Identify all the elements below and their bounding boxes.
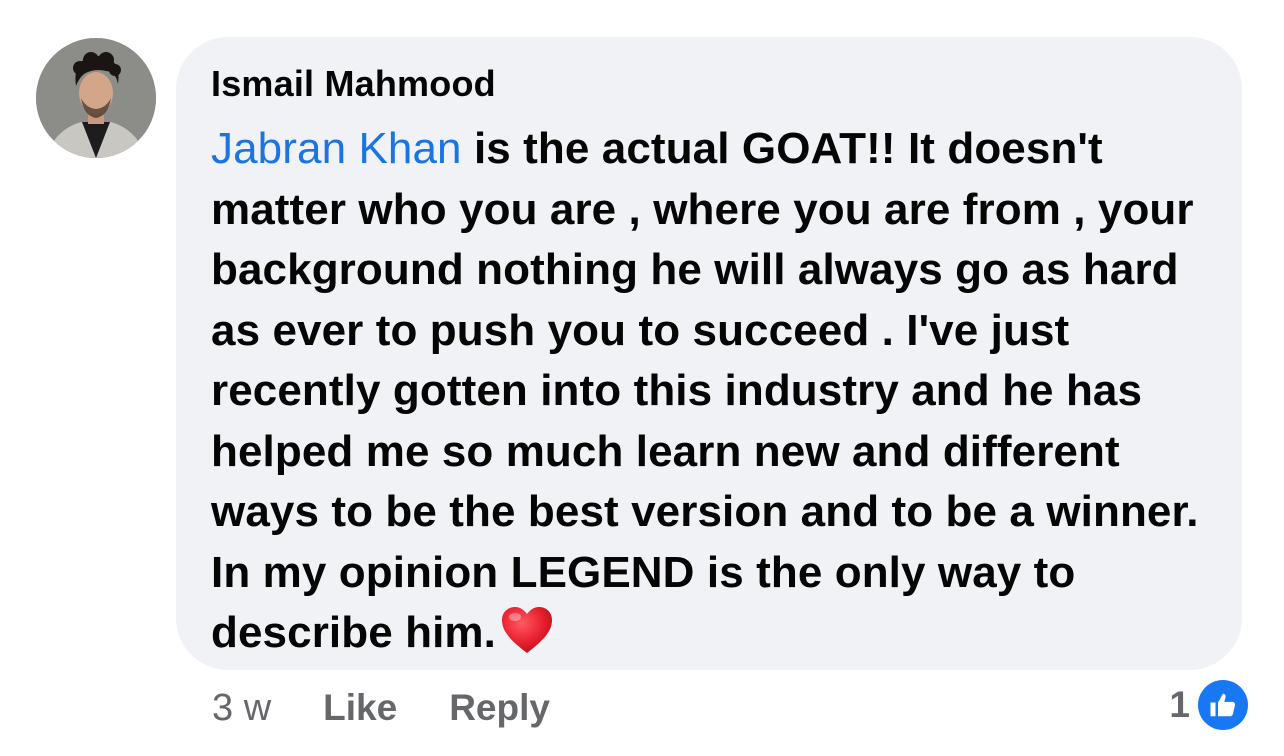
comment-text: is the actual GOAT!! It doesn't matter w… [211, 124, 1199, 657]
like-icon [1210, 693, 1236, 717]
comment-actions: 3 w Like Reply [212, 686, 602, 730]
reaction-summary[interactable]: 1 [1169, 680, 1248, 730]
avatar-photo-icon [36, 38, 156, 158]
comment-body: Jabran Khan is the actual GOAT!! It does… [211, 119, 1208, 664]
reaction-count: 1 [1169, 684, 1190, 725]
avatar[interactable] [36, 38, 156, 158]
like-reaction-badge [1198, 680, 1248, 730]
like-button[interactable]: Like [323, 687, 397, 729]
mention-link[interactable]: Jabran Khan [211, 124, 462, 173]
comment-author[interactable]: Ismail Mahmood [211, 63, 1208, 105]
reply-button[interactable]: Reply [449, 687, 550, 729]
comment: Ismail Mahmood Jabran Khan is the actual… [0, 0, 1284, 756]
red-heart-icon [501, 607, 552, 653]
comment-bubble: Ismail Mahmood Jabran Khan is the actual… [176, 37, 1242, 670]
comment-timestamp[interactable]: 3 w [212, 687, 271, 730]
